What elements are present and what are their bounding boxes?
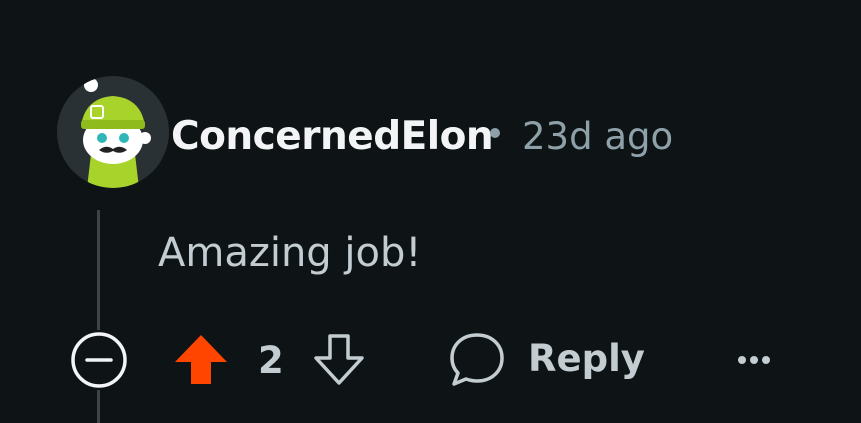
snoo-avatar-icon (81, 78, 151, 188)
speech-bubble-icon (450, 333, 504, 386)
thread-line-continuation[interactable] (97, 390, 100, 423)
comment-author[interactable]: ConcernedElon (171, 112, 494, 162)
reply-label: Reply (528, 337, 645, 380)
thread-line[interactable] (97, 210, 100, 330)
user-avatar[interactable] (57, 76, 169, 188)
comment-card: ConcernedElon 23d ago Amazing job! 2 Rep… (0, 0, 861, 423)
ellipsis-icon (738, 356, 770, 364)
downvote-arrow-icon (314, 334, 364, 385)
minus-circle-icon (71, 332, 127, 388)
upvote-button[interactable] (172, 332, 230, 388)
downvote-button[interactable] (310, 332, 368, 388)
meta-separator-dot (490, 128, 500, 138)
upvote-arrow-icon (175, 335, 227, 384)
collapse-thread-button[interactable] (70, 331, 128, 389)
more-options-button[interactable] (728, 340, 780, 380)
comment-timestamp[interactable]: 23d ago (522, 112, 673, 162)
vote-score: 2 (258, 339, 284, 382)
comment-body: Amazing job! (158, 230, 422, 276)
reply-button[interactable]: Reply (448, 328, 648, 392)
